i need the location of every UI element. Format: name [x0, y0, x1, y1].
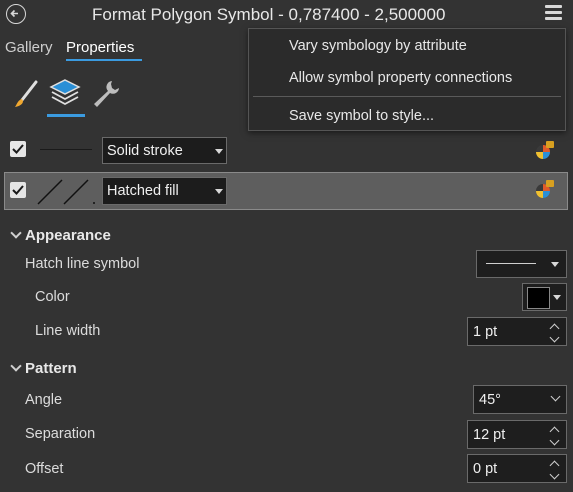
separation-input[interactable]: 12 pt	[467, 420, 567, 449]
menu-item-save-to-style[interactable]: Save symbol to style...	[289, 108, 434, 124]
angle-label: Angle	[25, 392, 63, 408]
window-title: Format Polygon Symbol - 0,787400 - 2,500…	[92, 5, 446, 24]
offset-value: 0 pt	[473, 461, 498, 477]
menu-item-allow-connections[interactable]: Allow symbol property connections	[289, 70, 512, 86]
line-width-label: Line width	[35, 323, 101, 339]
layer-type-dropdown[interactable]: Solid stroke	[102, 137, 227, 164]
color-label: Color	[35, 289, 70, 305]
tab-properties[interactable]: Properties	[66, 39, 134, 56]
caret-down-icon	[553, 295, 561, 300]
options-menu: Vary symbology by attribute Allow symbol…	[248, 28, 566, 131]
offset-input[interactable]: 0 pt	[467, 454, 567, 483]
layer-type-dropdown[interactable]: Hatched fill	[102, 177, 227, 205]
layer-visibility-checkbox[interactable]	[10, 141, 26, 157]
lock-palette-icon[interactable]	[534, 179, 556, 201]
hatch-line-symbol-picker[interactable]	[476, 250, 567, 278]
arrow-left-icon	[10, 9, 18, 18]
hatch-preview	[36, 176, 96, 206]
checkmark-icon	[12, 144, 24, 154]
chevron-down-icon[interactable]	[10, 360, 22, 372]
layer-visibility-checkbox[interactable]	[10, 182, 26, 198]
line-symbol-preview	[486, 263, 536, 264]
menu-divider	[253, 96, 561, 97]
separation-label: Separation	[25, 426, 96, 442]
line-width-input[interactable]: 1 pt	[467, 317, 567, 346]
offset-label: Offset	[25, 461, 64, 477]
layers-icon[interactable]	[48, 76, 82, 110]
solid-stroke-preview	[40, 149, 92, 150]
tool-active-indicator	[47, 114, 85, 117]
paintbrush-icon[interactable]	[10, 76, 44, 110]
spin-down-icon[interactable]	[549, 469, 560, 480]
line-width-value: 1 pt	[473, 324, 498, 340]
appearance-heading[interactable]: Appearance	[25, 227, 111, 244]
wrench-icon[interactable]	[88, 76, 122, 110]
chevron-down-icon	[550, 391, 561, 402]
layer-type-value: Hatched fill	[107, 183, 179, 199]
caret-down-icon	[215, 189, 223, 194]
hamburger-icon	[545, 5, 562, 8]
color-picker[interactable]	[522, 283, 567, 311]
hatch-line-symbol-label: Hatch line symbol	[25, 256, 140, 272]
pattern-heading[interactable]: Pattern	[25, 360, 77, 377]
angle-value: 45°	[479, 392, 501, 408]
lock-palette-icon[interactable]	[534, 140, 556, 162]
chevron-down-icon[interactable]	[10, 227, 22, 239]
angle-dropdown[interactable]: 45°	[473, 385, 567, 414]
separation-value: 12 pt	[473, 427, 506, 443]
checkmark-icon	[12, 185, 24, 195]
caret-down-icon	[215, 149, 223, 154]
menu-item-vary-symbology[interactable]: Vary symbology by attribute	[289, 38, 467, 54]
spin-down-icon[interactable]	[549, 435, 560, 446]
color-swatch	[527, 287, 550, 309]
caret-down-icon	[551, 262, 559, 267]
back-button[interactable]	[6, 4, 26, 24]
tab-active-indicator	[66, 59, 142, 61]
tab-gallery[interactable]: Gallery	[5, 39, 53, 56]
spin-down-icon[interactable]	[549, 332, 560, 343]
layer-type-value: Solid stroke	[107, 143, 183, 159]
hamburger-menu-button[interactable]	[544, 5, 564, 21]
